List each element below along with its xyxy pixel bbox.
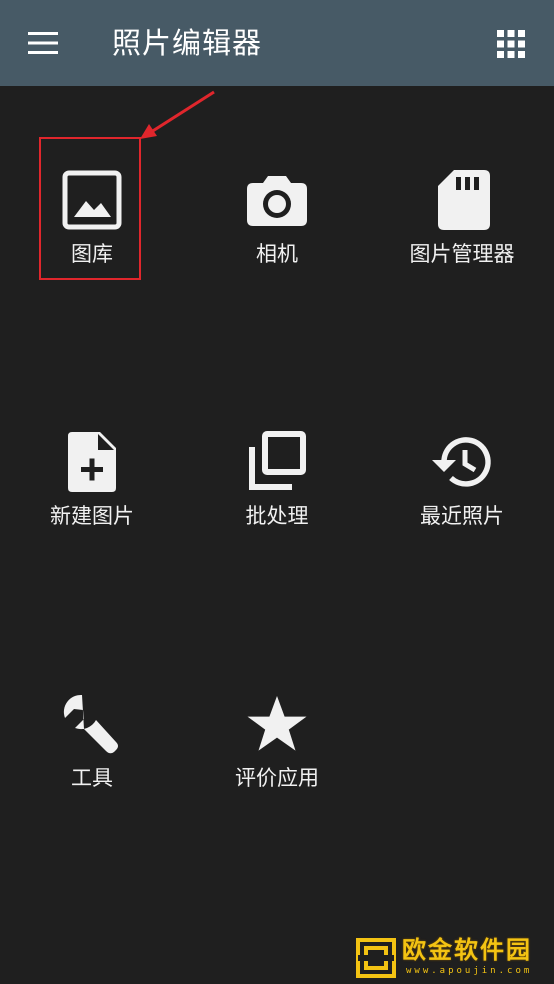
- add-file-icon: [60, 430, 124, 494]
- tile-gallery[interactable]: 图库: [0, 140, 184, 300]
- tile-batch[interactable]: 批处理: [185, 402, 369, 562]
- sd-card-icon: [430, 168, 494, 232]
- history-icon: [430, 430, 494, 494]
- watermark: 欧金软件园 www.apoujin.com: [352, 934, 552, 982]
- app-title: 照片编辑器: [112, 26, 263, 60]
- tile-label: 图片管理器: [409, 242, 515, 266]
- tile-tools[interactable]: 工具: [0, 664, 184, 824]
- watermark-name: 欧金软件园: [402, 936, 532, 964]
- tile-label: 相机: [256, 242, 298, 266]
- pointer-arrow-icon: [138, 88, 218, 142]
- tile-label: 工具: [71, 766, 113, 790]
- tile-label: 批处理: [245, 504, 309, 528]
- tile-image-manager[interactable]: 图片管理器: [370, 140, 554, 300]
- top-app-bar: 照片编辑器: [0, 0, 554, 86]
- camera-icon: [245, 168, 309, 232]
- wrench-icon: [60, 692, 124, 756]
- star-icon: [245, 692, 309, 756]
- watermark-url: www.apoujin.com: [406, 966, 533, 976]
- apps-grid-icon[interactable]: [494, 27, 528, 61]
- tile-label: 图库: [71, 242, 113, 266]
- tile-rate-app[interactable]: 评价应用: [185, 664, 369, 824]
- hamburger-menu-icon[interactable]: [24, 28, 62, 58]
- tile-new-image[interactable]: 新建图片: [0, 402, 184, 562]
- tile-label: 评价应用: [235, 766, 319, 790]
- tile-recent-photos[interactable]: 最近照片: [370, 402, 554, 562]
- tile-label: 最近照片: [420, 504, 504, 528]
- tile-label: 新建图片: [50, 504, 134, 528]
- library-icon: [245, 430, 309, 494]
- watermark-logo-icon: [356, 938, 396, 978]
- image-icon: [60, 168, 124, 232]
- tile-camera[interactable]: 相机: [185, 140, 369, 300]
